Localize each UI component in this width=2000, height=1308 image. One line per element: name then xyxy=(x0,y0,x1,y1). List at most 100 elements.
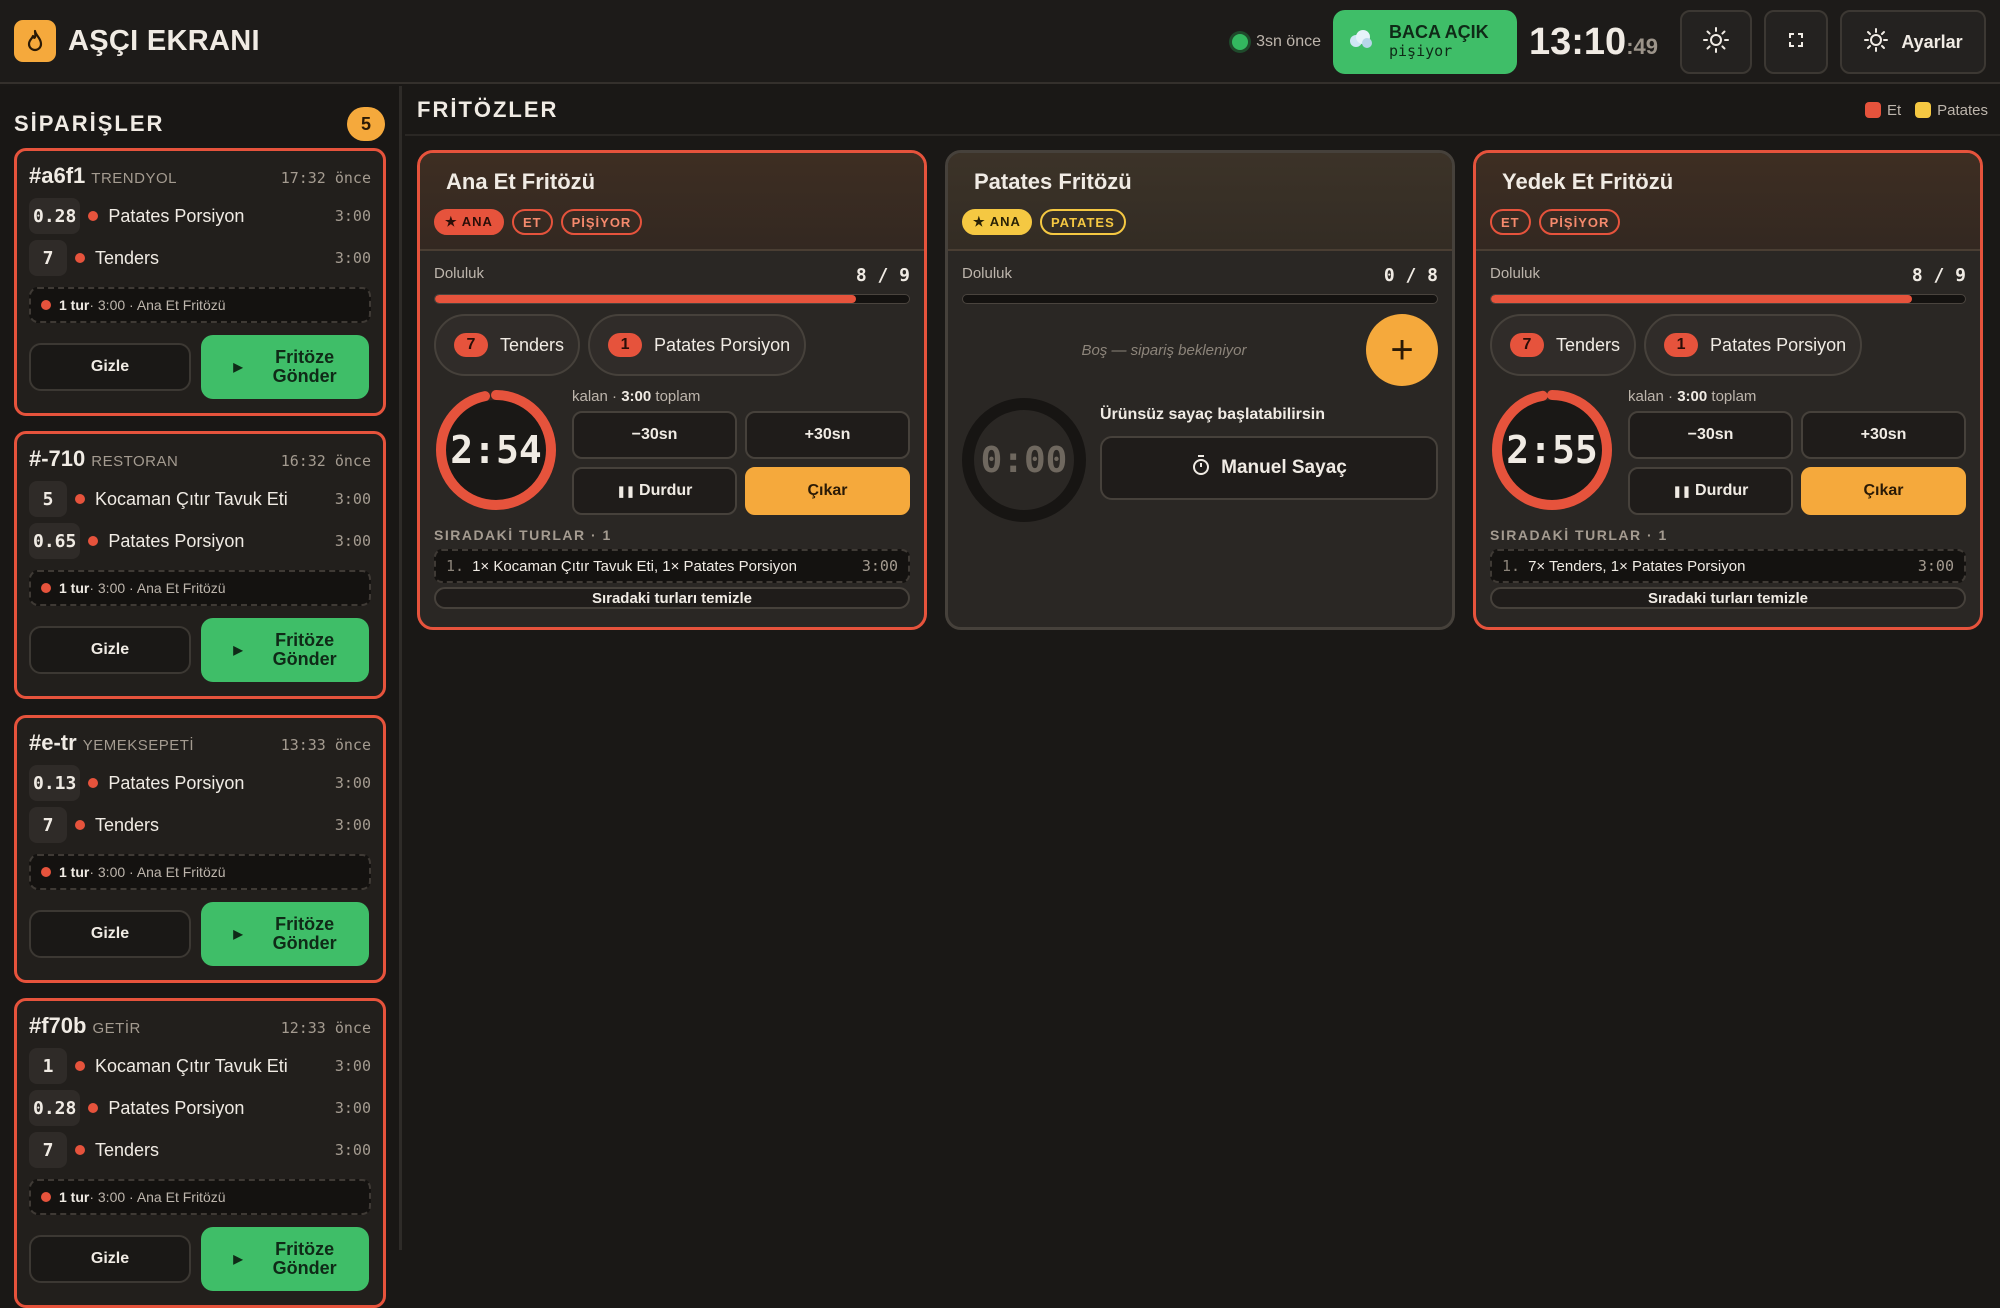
remove-label: Çıkar xyxy=(807,482,848,499)
order-item-qty: 0.28 xyxy=(29,198,81,234)
order-round-info: 1 tur · 3:00 · Ana Et Fritözü xyxy=(29,1179,371,1215)
order-card: #f70b GETİR 12:33 önce 1 Kocaman Çıtır Ta… xyxy=(14,998,386,1308)
fill-label: Doluluk xyxy=(1490,265,1541,282)
hide-order-button[interactable]: Gizle xyxy=(29,343,191,391)
theme-toggle-button[interactable] xyxy=(1680,10,1752,74)
fryers-title: FRİTÖZLER xyxy=(417,97,559,122)
fill-count: 8 / 9 xyxy=(1911,265,1966,286)
queue-item-number: 1. xyxy=(1502,557,1521,575)
remaining-prefix: kalan · xyxy=(1628,388,1678,405)
send-to-fryer-button[interactable]: ▶ Fritöze Gönder xyxy=(201,335,369,399)
order-id: #-710 xyxy=(29,446,86,471)
order-round-count: 1 tur xyxy=(59,297,90,313)
fryer-tag: PİŞİYOR xyxy=(1538,209,1621,235)
order-item-duration: 3:00 xyxy=(334,1099,371,1117)
add-load-button[interactable]: + xyxy=(1366,314,1438,386)
order-age: 16:32 önce xyxy=(280,452,371,470)
sun-icon xyxy=(1702,26,1730,59)
category-dot-icon xyxy=(75,1061,85,1071)
plus-30s-button[interactable]: +30sn xyxy=(1801,411,1966,459)
empty-message: Boş — sipariş bekleniyor xyxy=(1081,341,1247,359)
settings-button[interactable]: Ayarlar xyxy=(1840,10,1986,74)
pause-button[interactable]: ❚❚ Durdur xyxy=(572,467,737,515)
send-to-fryer-button[interactable]: ▶ Fritöze Gönder xyxy=(201,618,369,682)
plus-30s-button[interactable]: +30sn xyxy=(745,411,910,459)
order-round-detail: · 3:00 · Ana Et Fritözü xyxy=(89,297,226,313)
minus-30s-button[interactable]: −30sn xyxy=(572,411,737,459)
countdown-time: 2:55 xyxy=(1506,428,1598,472)
fill-count: 0 / 8 xyxy=(1383,265,1438,286)
fullscreen-button[interactable] xyxy=(1764,10,1828,74)
chimney-status-button[interactable]: BACA AÇIK pişiyor xyxy=(1333,10,1517,74)
order-round-detail: · 3:00 · Ana Et Fritözü xyxy=(89,1189,226,1205)
remaining-total: 3:00 xyxy=(621,388,652,405)
minus-30s-button[interactable]: −30sn xyxy=(1628,411,1793,459)
order-item: 7 Tenders 3:00 xyxy=(29,804,371,846)
order-item-qty: 7 xyxy=(29,807,67,843)
fill-bar-level xyxy=(435,295,857,303)
category-dot-icon xyxy=(88,211,99,221)
manual-timer-hint: Ürünsüz sayaç başlatabilirsin xyxy=(1100,406,1325,423)
manual-timer-button[interactable]: Manuel Sayaç xyxy=(1100,436,1438,500)
category-dot-icon xyxy=(75,1145,85,1155)
connection-status: 3sn önce xyxy=(1232,33,1321,51)
order-item: 0.28 Patates Porsiyon 3:00 xyxy=(29,195,371,237)
hide-order-button[interactable]: Gizle xyxy=(29,626,191,674)
order-item-name: Tenders xyxy=(95,247,160,268)
order-item-qty: 0.65 xyxy=(29,523,81,559)
fryer-load-chip[interactable]: 1 Patates Porsiyon xyxy=(588,314,807,376)
remove-button[interactable]: Çıkar xyxy=(1801,467,1966,515)
hide-order-button[interactable]: Gizle xyxy=(29,910,191,958)
queue-item-number: 1. xyxy=(446,557,465,575)
order-source: GETİR xyxy=(92,1020,141,1037)
queue-item-text: 7× Tenders, 1× Patates Porsiyon xyxy=(1528,557,1746,575)
pause-label: Durdur xyxy=(639,482,693,499)
order-item: 0.65 Patates Porsiyon 3:00 xyxy=(29,520,371,562)
fill-count: 8 / 9 xyxy=(855,265,910,286)
fryer-load-chip[interactable]: 7 Tenders xyxy=(1490,314,1637,376)
send-label-line1: Fritöze xyxy=(275,914,335,934)
settings-label: Ayarlar xyxy=(1901,31,1963,52)
fullscreen-icon xyxy=(1788,32,1804,53)
queue-item: 1. 7× Tenders, 1× Patates Porsiyon 3:00 xyxy=(1490,549,1966,583)
clear-queue-button[interactable]: Sıradaki turları temizle xyxy=(1490,587,1966,609)
legend: Et Patates xyxy=(1851,102,1988,119)
order-item-duration: 3:00 xyxy=(334,1057,371,1075)
pause-icon: ❚❚ xyxy=(616,485,636,498)
order-item-name: Patates Porsiyon xyxy=(108,530,245,551)
chimney-status-sub: pişiyor xyxy=(1389,42,1453,60)
order-age: 17:32 önce xyxy=(280,169,371,187)
order-item: 7 Tenders 3:00 xyxy=(29,1129,371,1171)
category-dot-icon xyxy=(88,536,99,546)
pause-button[interactable]: ❚❚ Durdur xyxy=(1628,467,1793,515)
order-item-duration: 3:00 xyxy=(334,490,371,508)
send-to-fryer-button[interactable]: ▶ Fritöze Gönder xyxy=(201,902,369,966)
order-item-qty: 7 xyxy=(29,240,67,276)
order-round-info: 1 tur · 3:00 · Ana Et Fritözü xyxy=(29,570,371,606)
orders-title: SİPARİŞLER xyxy=(14,111,165,136)
order-age: 12:33 önce xyxy=(280,1019,371,1037)
queue-title: SIRADAKİ TURLAR · 1 xyxy=(434,527,612,543)
fill-label: Doluluk xyxy=(434,265,485,282)
send-label-line1: Fritöze xyxy=(275,630,335,650)
fryer-card: Yedek Et Fritözü ET PİŞİYOR Doluluk 8 / 9… xyxy=(1473,150,1983,630)
fryer-load-chip[interactable]: 7 Tenders xyxy=(434,314,581,376)
chimney-status-title: BACA AÇIK xyxy=(1389,22,1489,42)
order-item-name: Tenders xyxy=(95,1139,160,1160)
send-to-fryer-button[interactable]: ▶ Fritöze Gönder xyxy=(201,1227,369,1291)
clear-queue-button[interactable]: Sıradaki turları temizle xyxy=(434,587,910,609)
order-item-qty: 1 xyxy=(29,1048,67,1084)
chip-name: Tenders xyxy=(1556,334,1621,355)
fryer-tag: ET xyxy=(511,209,553,235)
category-dot-icon xyxy=(75,253,85,263)
hide-order-button[interactable]: Gizle xyxy=(29,1235,191,1283)
send-label-line2: Gönder xyxy=(272,1258,337,1278)
play-icon: ▶ xyxy=(233,1251,243,1266)
plus-30s-label: +30sn xyxy=(1860,426,1907,443)
clock-time: 13:10 xyxy=(1529,20,1627,63)
fryer-load-chip[interactable]: 1 Patates Porsiyon xyxy=(1644,314,1863,376)
remove-button[interactable]: Çıkar xyxy=(745,467,910,515)
chip-qty: 7 xyxy=(1510,333,1544,357)
pause-icon: ❚❚ xyxy=(1672,485,1692,498)
app-title: AŞÇI EKRANI xyxy=(68,24,260,57)
